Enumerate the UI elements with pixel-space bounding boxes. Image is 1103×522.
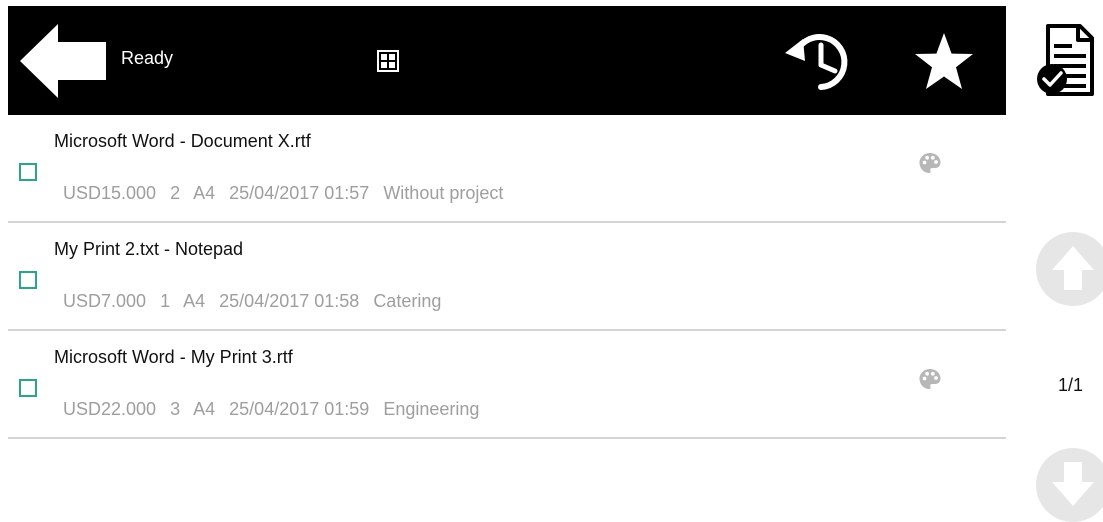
print-job-list: Microsoft Word - Document X.rtf USD15.00… [8,115,1006,439]
job-checkbox[interactable] [19,163,37,181]
history-icon[interactable] [781,31,853,93]
job-paper: A4 [183,291,206,311]
grid-view-icon[interactable] [376,49,400,73]
job-datetime: 25/04/2017 01:57 [229,183,370,203]
job-paper: A4 [193,183,216,203]
job-project: Catering [373,291,442,311]
job-title: My Print 2.txt - Notepad [54,239,244,259]
page-indicator: 1/1 [1058,375,1084,395]
job-price: USD22.000 [63,399,157,419]
job-paper: A4 [193,399,216,419]
job-title: Microsoft Word - My Print 3.rtf [54,347,293,367]
job-meta: USD7.000 1 A4 25/04/2017 01:58 Catering [63,291,450,312]
document-check-icon[interactable] [1034,24,1103,98]
job-copies: 3 [170,399,181,419]
job-meta: USD15.000 2 A4 25/04/2017 01:57 Without … [63,183,512,204]
arrow-up-icon [1052,246,1094,290]
scroll-down-button[interactable] [1036,448,1103,522]
job-price: USD7.000 [63,291,147,311]
job-project: Without project [383,183,504,203]
job-row[interactable]: My Print 2.txt - Notepad USD7.000 1 A4 2… [8,223,1006,331]
back-arrow-icon[interactable] [20,24,106,98]
palette-icon [919,153,941,173]
star-icon[interactable] [913,31,975,93]
job-meta: USD22.000 3 A4 25/04/2017 01:59 Engineer… [63,399,488,420]
scroll-up-button[interactable] [1036,232,1103,306]
job-row[interactable]: Microsoft Word - My Print 3.rtf USD22.00… [8,331,1006,439]
job-title: Microsoft Word - Document X.rtf [54,131,311,151]
job-checkbox[interactable] [19,271,37,289]
header-bar: Ready [8,6,1006,115]
job-datetime: 25/04/2017 01:58 [219,291,360,311]
job-checkbox[interactable] [19,379,37,397]
job-row[interactable]: Microsoft Word - Document X.rtf USD15.00… [8,115,1006,223]
job-datetime: 25/04/2017 01:59 [229,399,370,419]
status-label: Ready [121,48,174,68]
job-price: USD15.000 [63,183,157,203]
arrow-down-icon [1052,462,1094,506]
palette-icon [919,369,941,389]
job-copies: 2 [170,183,181,203]
job-project: Engineering [383,399,480,419]
job-copies: 1 [160,291,171,311]
